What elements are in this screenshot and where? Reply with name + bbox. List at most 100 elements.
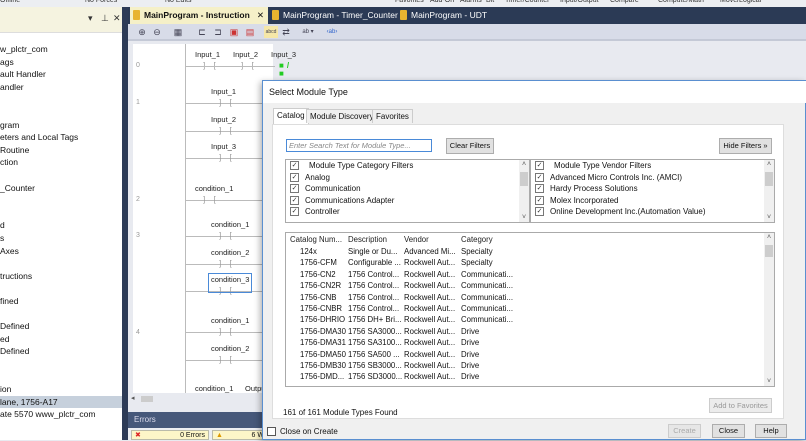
selected-contact-box[interactable] <box>208 273 252 293</box>
swap-icon[interactable]: ⇄ <box>280 26 292 38</box>
checkbox[interactable]: ✓ <box>290 184 299 193</box>
tree-item[interactable] <box>0 370 123 383</box>
table-row[interactable]: 1756-DHRIO 1756 DH+ Bri... Rockwell Aut...… <box>286 314 774 325</box>
tree-item[interactable]: lane, 1756-A17 <box>0 395 123 409</box>
create-button[interactable]: Create <box>668 424 701 438</box>
checkbox[interactable]: ✓ <box>290 207 299 216</box>
column-header[interactable]: Description <box>348 233 403 246</box>
table-row[interactable]: 1756-DMD... 1756 SD3000... Rockwell Aut...… <box>286 371 774 382</box>
scroll-up-icon[interactable]: ˄ <box>764 161 774 168</box>
tree-item[interactable]: ction <box>0 156 123 169</box>
toolbar-item[interactable]: Add-On <box>430 0 454 4</box>
contact-icon[interactable]: ] [ <box>219 260 237 268</box>
filter-item[interactable]: ✓ Hardy Process Solutions <box>531 183 774 195</box>
close-on-create-checkbox[interactable] <box>267 427 276 436</box>
checkbox[interactable]: ✓ <box>290 172 299 182</box>
toolbar-item[interactable]: Favorites <box>395 0 424 4</box>
tab-catalog[interactable]: Catalog <box>273 108 309 124</box>
tab-udt[interactable]: MainProgram - UDT <box>397 7 507 24</box>
vertical-scrollbar[interactable]: ˄ ˅ <box>519 160 529 222</box>
toolbar-item[interactable]: Input/Output <box>560 0 599 4</box>
contact-icon[interactable]: ■/■ <box>279 62 297 78</box>
tree-item[interactable] <box>0 207 123 220</box>
zoom-in-icon[interactable]: ⊕ <box>136 26 148 38</box>
tree-item[interactable]: s <box>0 232 123 245</box>
toolbar-item[interactable]: Timer/Counter <box>505 0 549 4</box>
panel-splitter[interactable] <box>122 7 128 440</box>
grid-icon[interactable]: ▦ <box>172 26 184 38</box>
tab-timer-counter[interactable]: MainProgram - Timer_Counter <box>269 7 403 24</box>
add-to-favorites-button[interactable]: Add to Favorites <box>709 398 772 413</box>
filter-item[interactable]: ✓ Online Development Inc.(Automation Valu… <box>531 206 774 218</box>
tree-item[interactable] <box>0 358 123 371</box>
column-header[interactable]: Vendor <box>404 233 460 246</box>
column-header[interactable]: Category <box>461 233 521 246</box>
scroll-down-icon[interactable]: ˅ <box>519 214 529 221</box>
zoom-out-icon[interactable]: ⊖ <box>151 26 163 38</box>
filter-item[interactable]: ✓ Molex Incorporated <box>531 195 774 207</box>
toolbar-item[interactable]: No Edits <box>165 0 191 4</box>
tree-item[interactable]: gram <box>0 119 123 132</box>
tag-text-icon[interactable]: abcd <box>264 26 278 38</box>
pin-icon[interactable]: ⊥ <box>101 13 109 24</box>
add-rung-icon[interactable]: ⊏ <box>196 26 208 38</box>
tree-item[interactable]: tructions <box>0 270 123 283</box>
warnings-filter-button[interactable]: ▲ 6 W <box>212 430 268 440</box>
checkbox[interactable]: ✓ <box>535 195 544 205</box>
contact-icon[interactable]: ] [ <box>219 232 237 240</box>
close-icon[interactable]: ✕ <box>113 13 121 24</box>
tree-item[interactable]: andler <box>0 81 123 94</box>
tree-item[interactable] <box>0 106 123 119</box>
tree-item[interactable]: Defined <box>0 345 123 358</box>
format-dropdown-icon[interactable]: ab ▾ <box>298 26 318 38</box>
scroll-down-icon[interactable]: ˅ <box>764 378 774 385</box>
close-tab-icon[interactable]: ✕ <box>257 7 264 24</box>
filter-item[interactable]: ✓ Analog <box>286 172 529 184</box>
ladder-editor[interactable]: 0 1 2 3 4 Input_1] [Input_2] [Input_3 ■/■ Input… <box>133 44 296 394</box>
filter-item[interactable]: ✓ Advanced Micro Controls Inc. (AMCI) <box>531 172 774 184</box>
search-input[interactable]: Enter Search Text for Module Type... <box>286 139 432 152</box>
checkbox[interactable]: ✓ <box>290 195 299 205</box>
select-all-checkbox[interactable]: ✓ <box>535 161 544 170</box>
tab-instruction[interactable]: MainProgram - Instruction ✕ <box>130 7 268 24</box>
tree-item[interactable] <box>0 257 123 270</box>
tree-item[interactable]: fined <box>0 295 123 308</box>
delete-icon[interactable]: ▣ <box>228 26 240 38</box>
toolbar-item[interactable]: Compute/Math <box>658 0 704 4</box>
tree-item[interactable]: Axes <box>0 245 123 258</box>
table-row[interactable]: 1756-DMA30 1756 SA3000... Rockwell Aut... D… <box>286 326 774 337</box>
tab-module-discovery[interactable]: Module Discovery <box>306 109 378 123</box>
scroll-thumb[interactable] <box>765 172 773 186</box>
toolbar-item[interactable]: No Forces <box>85 0 117 4</box>
tree-item[interactable] <box>0 307 123 320</box>
add-branch-icon[interactable]: ⊐ <box>212 26 224 38</box>
scroll-up-icon[interactable]: ˄ <box>764 234 774 241</box>
toolbar-item[interactable]: Offline <box>0 0 20 4</box>
clear-filters-button[interactable]: Clear Filters <box>446 138 494 154</box>
tree-item[interactable]: _Counter <box>0 182 123 195</box>
delete-rung-icon[interactable]: ▤ <box>244 26 256 38</box>
scroll-thumb[interactable] <box>520 172 528 186</box>
toolbar-item[interactable]: Move/Logical <box>720 0 761 4</box>
tab-favorites[interactable]: Favorites <box>372 109 413 123</box>
toolbar-item[interactable]: Bit <box>486 0 494 4</box>
contact-icon[interactable]: ] [ <box>203 196 221 204</box>
tree-item[interactable]: eters and Local Tags <box>0 131 123 144</box>
scroll-thumb[interactable] <box>765 245 773 257</box>
table-row[interactable]: 1756-CN2R 1756 Control... Rockwell Aut... C… <box>286 280 774 291</box>
contact-icon[interactable]: ] [ <box>219 356 237 364</box>
contact-icon[interactable]: ] [ <box>219 328 237 336</box>
toolbar-item[interactable]: Compare <box>610 0 639 4</box>
filter-item[interactable]: ✓ Controller <box>286 206 529 218</box>
contact-icon[interactable]: ] [ <box>219 127 237 135</box>
checkbox[interactable]: ✓ <box>535 207 544 216</box>
dropdown-icon[interactable]: ▾ <box>88 13 93 24</box>
contact-icon[interactable]: ] [ <box>219 99 237 107</box>
vertical-scrollbar[interactable]: ˄ ˅ <box>764 160 774 222</box>
hide-filters-button[interactable]: Hide Filters » <box>719 138 772 154</box>
tree-item[interactable]: ault Handler <box>0 68 123 81</box>
table-row[interactable]: 1756-DMB30 1756 SB3000... Rockwell Aut... D… <box>286 360 774 371</box>
table-row[interactable]: 1756-CNBR 1756 Control... Rockwell Aut... C… <box>286 303 774 314</box>
code-icon[interactable]: ‹ab› <box>326 26 338 38</box>
horizontal-scrollbar[interactable]: ◂ <box>128 393 268 405</box>
